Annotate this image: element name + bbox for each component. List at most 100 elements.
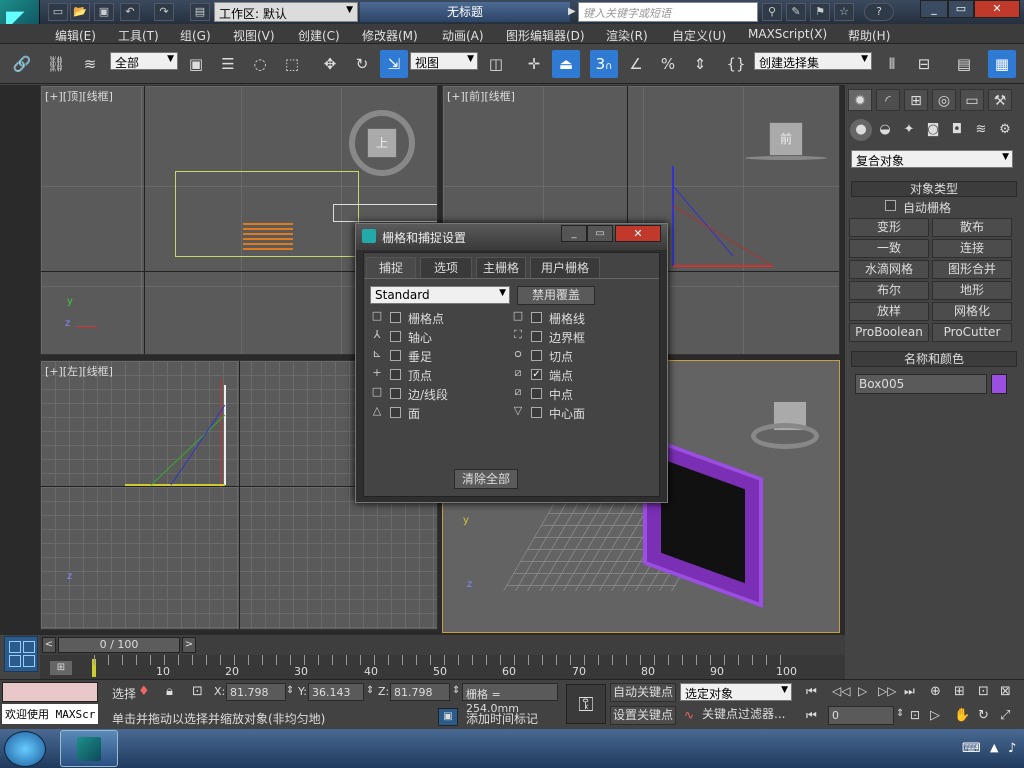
snap-item-vertex[interactable]: + 顶点 <box>370 366 510 384</box>
windows-start-button[interactable] <box>4 731 46 767</box>
menu-customize[interactable]: 自定义(U) <box>672 27 726 44</box>
select-by-name-icon[interactable]: ☰ <box>214 50 242 78</box>
keyboard-shortcut-override-icon[interactable]: ⏏ <box>552 50 580 78</box>
subscription-icon[interactable]: ⚑ <box>810 3 830 21</box>
hierarchy-tab-icon[interactable]: ⊞ <box>904 89 928 111</box>
pivot-center-icon[interactable]: ◫ <box>482 50 510 78</box>
tab-snaps[interactable]: 捕捉 <box>366 257 416 278</box>
override-off-button[interactable]: 禁用覆盖 <box>517 286 595 305</box>
tab-home-grid[interactable]: 主栅格 <box>476 257 526 278</box>
project-folder-icon[interactable]: ▤ <box>190 3 210 21</box>
maximize-button[interactable]: ▭ <box>948 0 974 18</box>
viewport-label[interactable]: [+][左][线框] <box>45 363 113 379</box>
menu-group[interactable]: 组(G) <box>180 27 211 44</box>
tab-options[interactable]: 选项 <box>420 257 472 278</box>
rotate-icon[interactable]: ↻ <box>348 50 376 78</box>
snap-item-tangent[interactable]: ᴑ 切点 <box>511 347 651 365</box>
boolean-button[interactable]: 布尔 <box>849 281 929 300</box>
zoom-icon[interactable]: ⊕ <box>930 684 941 699</box>
time-slider-thumb[interactable]: 0 / 100 <box>58 637 180 653</box>
loft-button[interactable]: 放样 <box>849 302 929 321</box>
menu-tools[interactable]: 工具(T) <box>118 27 159 44</box>
endpoint-checked-icon[interactable]: ✓ <box>531 369 542 380</box>
y-spinner-icon[interactable]: ⇕ <box>366 685 374 696</box>
snap-item-bounding-box[interactable]: ⛶ 边界框 <box>511 328 651 346</box>
select-and-link-icon[interactable]: 🔗 <box>8 50 36 78</box>
redo-icon[interactable]: ↷ <box>154 3 174 21</box>
selection-filter-dropdown[interactable]: 全部 <box>110 52 178 70</box>
dialog-minimize-button[interactable]: _ <box>561 225 587 242</box>
absolute-mode-icon[interactable]: ⊡ <box>192 684 203 699</box>
new-file-icon[interactable]: ▭ <box>48 3 68 21</box>
snap-item-perpendicular[interactable]: ⊾ 垂足 <box>370 347 510 365</box>
menu-create[interactable]: 创建(C) <box>298 27 340 44</box>
tab-user-grids[interactable]: 用户栅格 <box>530 257 600 278</box>
zoom-all-icon[interactable]: ⊞ <box>954 684 965 699</box>
align-icon[interactable]: ⊟ <box>910 50 938 78</box>
field-of-view-icon[interactable]: ▷ <box>930 708 940 723</box>
edit-named-selection-icon[interactable]: {} <box>722 50 750 78</box>
y-coordinate-field[interactable]: 36.143 <box>308 683 364 701</box>
undo-icon[interactable]: ↶ <box>120 3 140 21</box>
volume-tray-icon[interactable]: ♪ <box>1008 741 1016 756</box>
blobmesh-button[interactable]: 水滴网格 <box>849 260 929 279</box>
menu-modifiers[interactable]: 修改器(M) <box>362 27 418 44</box>
named-selection-set-dropdown[interactable]: 创建选择集 <box>754 52 872 70</box>
selection-lock-icon[interactable]: 🔒︎ <box>166 684 173 699</box>
menu-edit[interactable]: 编辑(E) <box>55 27 96 44</box>
menu-maxscript[interactable]: MAXScript(X) <box>748 27 827 41</box>
track-bar[interactable]: ⊞ 10 20 30 40 50 60 70 80 90 100 <box>40 655 845 679</box>
motion-tab-icon[interactable]: ◎ <box>932 89 956 111</box>
cameras-icon[interactable]: ◙ <box>922 119 944 141</box>
zoom-extents-icon[interactable]: ⊡ <box>978 684 989 699</box>
snap-item-face[interactable]: △ 面 <box>370 404 510 422</box>
autogrid-checkbox[interactable] <box>885 200 896 211</box>
spacewarps-icon[interactable]: ≋ <box>970 119 992 141</box>
snap-item-edge[interactable]: □ 边/线段 <box>370 385 510 403</box>
save-file-icon[interactable]: ▣ <box>94 3 114 21</box>
minimize-button[interactable]: _ <box>920 0 948 18</box>
snap-item-center-face[interactable]: ▽ 中心面 <box>511 404 651 422</box>
maxscript-listener-mini[interactable] <box>2 682 98 702</box>
scale-icon[interactable]: ⇲ <box>380 50 408 78</box>
mesher-button[interactable]: 网格化 <box>932 302 1012 321</box>
current-frame-field[interactable]: 0 <box>828 706 894 725</box>
z-coordinate-field[interactable]: 81.798 <box>390 683 450 701</box>
help-button[interactable]: ? <box>864 3 894 21</box>
window-crossing-icon[interactable]: ⬚ <box>278 50 306 78</box>
helpers-icon[interactable]: ◘ <box>946 119 968 141</box>
geometry-icon[interactable]: ● <box>850 119 872 141</box>
tray-expand-icon[interactable]: ▲ <box>990 741 998 754</box>
viewport-layout-icon[interactable] <box>4 636 38 672</box>
key-mode-toggle-icon[interactable]: ⏮ <box>806 708 817 723</box>
x-spinner-icon[interactable]: ⇕ <box>286 685 294 696</box>
modify-tab-icon[interactable]: ◜ <box>876 89 900 111</box>
keyboard-tray-icon[interactable]: ⌨ <box>962 741 981 756</box>
move-icon[interactable]: ✥ <box>316 50 344 78</box>
play-icon[interactable]: ▷ <box>858 684 867 698</box>
prev-key-icon[interactable]: ◁◁ <box>832 684 850 698</box>
x-coordinate-field[interactable]: 81.798 <box>226 683 286 701</box>
next-key-icon[interactable]: ▷▷ <box>878 684 896 698</box>
angle-snap-icon[interactable]: ∠ <box>622 50 650 78</box>
viewport-label[interactable]: [+][前][线框] <box>447 88 515 104</box>
isolate-selection-icon[interactable]: ♦ <box>138 684 150 699</box>
zoom-extents-all-icon[interactable]: ⊠ <box>1000 684 1011 699</box>
spinner-snap-icon[interactable]: ⇕ <box>686 50 714 78</box>
snap-type-dropdown[interactable]: Standard <box>370 286 510 304</box>
prev-frame-icon[interactable]: < <box>42 637 56 653</box>
menu-help[interactable]: 帮助(H) <box>848 27 890 44</box>
object-category-dropdown[interactable]: 复合对象 <box>851 150 1013 168</box>
terrain-button[interactable]: 地形 <box>932 281 1012 300</box>
scatter-button[interactable]: 散布 <box>932 218 1012 237</box>
systems-icon[interactable]: ⚙ <box>994 119 1016 141</box>
viewport-label[interactable]: [+][顶][线框] <box>45 88 113 104</box>
snap-item-grid-points[interactable]: □ 栅格点 <box>370 309 510 327</box>
layer-manager-icon[interactable]: ▤ <box>950 50 978 78</box>
time-config-icon[interactable]: ⊡ <box>910 708 920 722</box>
key-mode-dropdown[interactable]: 选定对象 <box>680 683 792 701</box>
pan-icon[interactable]: ✋ <box>954 708 970 723</box>
auto-key-button[interactable]: 自动关键点 <box>610 683 676 702</box>
time-tag-icon[interactable]: ▣ <box>438 708 458 726</box>
viewcube[interactable]: 前 <box>769 122 803 156</box>
